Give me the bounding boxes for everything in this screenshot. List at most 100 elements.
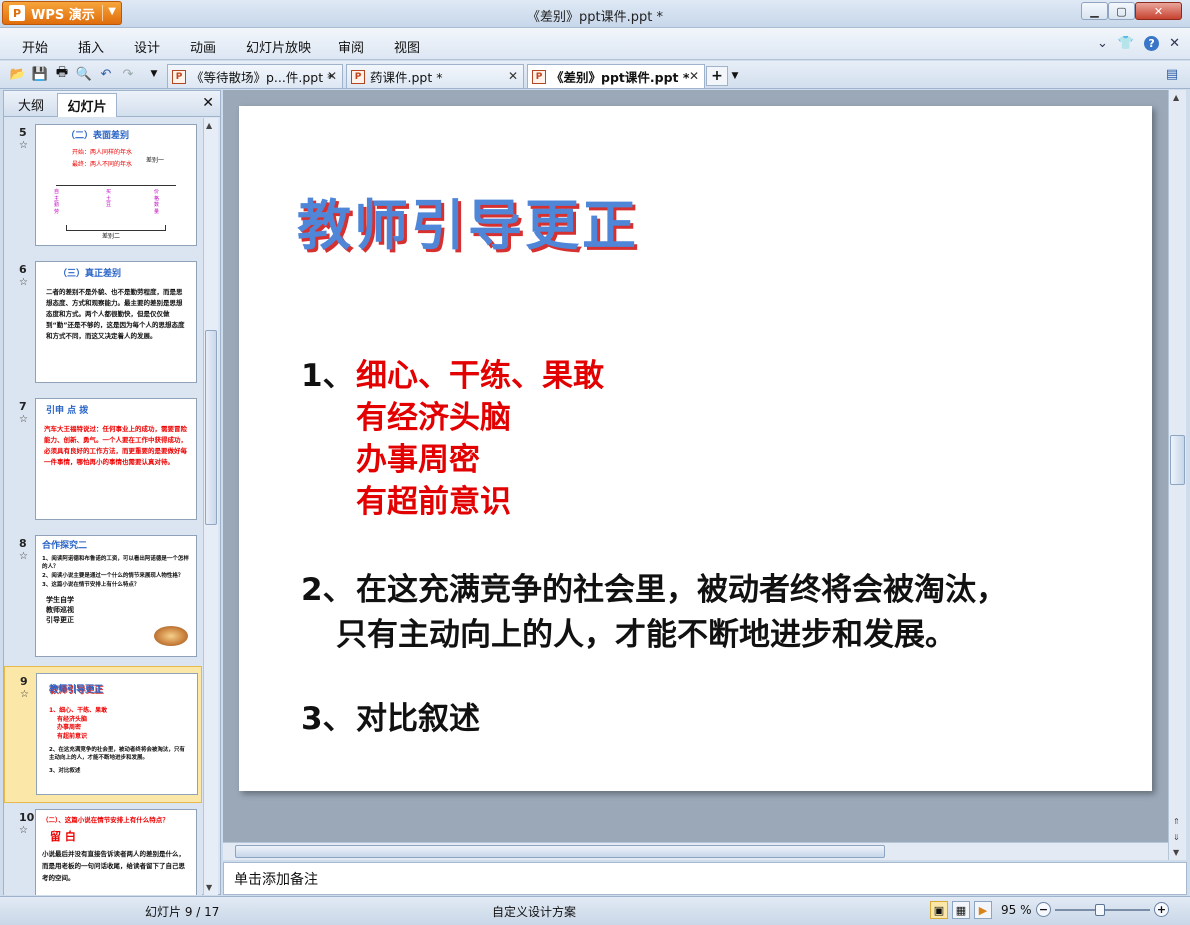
status-bar: 幻灯片 9 / 17 自定义设计方案 ▣ ▦ ▶ 95 % − +: [0, 896, 1190, 925]
zoom-slider-handle[interactable]: [1095, 904, 1105, 916]
maximize-button[interactable]: ▢: [1108, 2, 1135, 20]
close-doc-icon[interactable]: ✕: [1169, 36, 1180, 51]
previous-slide-icon[interactable]: ⇑: [1173, 817, 1180, 826]
tab-close-icon[interactable]: ✕: [508, 69, 518, 83]
thumbnail-line: 1、细心、干练、果敢: [49, 707, 108, 715]
thumbnail-item-selected[interactable]: 9 ☆ 教师引导更正 1、细心、干练、果敢 有经济头脑 办事周密 有超前意识 2…: [4, 666, 202, 803]
item-1-line: 有经济头脑: [356, 400, 511, 436]
transition-star-icon: ☆: [19, 277, 28, 288]
thumbnail-line: 2、阅读小说主要是通过一个什么的情节来展现人物性格？: [42, 572, 184, 579]
item-3-line: 对比叙述: [356, 701, 480, 737]
item-1-line: 细心、干练、果敢: [356, 358, 604, 394]
menu-right-controls: ⌄ 👕 ? ✕: [1097, 36, 1180, 51]
thumbnail-item[interactable]: 7 ☆ 引申 点 拨 汽车大王福特说过：任何事业上的成功，需要冒险能力、创新、勇…: [4, 392, 202, 529]
item-2-line: 在这充满竞争的社会里，被动者终将会被淘汰，: [356, 572, 1007, 608]
next-slide-icon[interactable]: ⇓: [1173, 833, 1180, 842]
thumbnail-slide: （二）、这篇小说在情节安排上有什么特点？ 留 白 小说最后并没有直接告诉读者两人…: [35, 809, 197, 895]
current-slide[interactable]: 教师引导更正 1、 细心、干练、果敢 有经济头脑 办事周密 有超前意识 2、 在…: [239, 106, 1152, 791]
ppt-file-icon: P: [351, 69, 365, 84]
thumbnail-item[interactable]: 8 ☆ 合作探究二 1、阅读阿诺德和布鲁诺的工资，可以看出阿诺德是一个怎样的人？…: [4, 529, 202, 666]
thumbnail-item[interactable]: 10 ☆ （二）、这篇小说在情节安排上有什么特点？ 留 白 小说最后并没有直接告…: [4, 803, 202, 895]
help-icon[interactable]: ?: [1144, 36, 1160, 51]
scroll-up-icon[interactable]: ▲: [206, 121, 212, 130]
thumbnail-title: （二）表面差别: [66, 131, 130, 141]
thumbnail-line: 办事周密: [57, 724, 82, 732]
scrollbar-thumb[interactable]: [1170, 435, 1185, 485]
doc-tab-2[interactable]: P 药课件.ppt * ✕: [346, 64, 524, 88]
thumbnail-item[interactable]: 5 ☆ （二）表面差别 开始：两人同样的年水 最终：两人不同的年水 差别一 自主…: [4, 118, 202, 255]
tab-outline[interactable]: 大纲: [18, 95, 44, 114]
slide-horizontal-scrollbar[interactable]: [223, 842, 1168, 860]
slide-vertical-scrollbar[interactable]: ▲ ⇑ ⇓ ▼: [1168, 90, 1186, 860]
close-button[interactable]: ✕: [1135, 2, 1182, 20]
tab-list-dropdown[interactable]: ▼: [729, 66, 741, 86]
thumbnail-list: 5 ☆ （二）表面差别 开始：两人同样的年水 最终：两人不同的年水 差别一 自主…: [4, 118, 202, 895]
panel-close-icon[interactable]: ✕: [202, 95, 214, 111]
menu-view[interactable]: 视图: [394, 37, 420, 56]
thumbnail-item[interactable]: 6 ☆ （三）真正差别 二者的差别不是外貌、也不是勤劳程度，而是思想态度、方式和…: [4, 255, 202, 392]
thumbnail-number: 9: [20, 675, 28, 688]
quick-toolbar: 📂 💾 🖶 🔍 ↶ ↷ ▼ P 《等待散场》p...件.ppt * ✕ P 药课…: [0, 61, 1190, 89]
thumbnail-line: 学生自学: [46, 595, 74, 604]
tab-close-icon[interactable]: ✕: [689, 69, 699, 83]
menu-bar: 开始 插入 设计 动画 幻灯片放映 审阅 视图 ⌄ 👕 ? ✕: [0, 28, 1190, 60]
menu-review[interactable]: 审阅: [338, 37, 364, 56]
thumbnail-line: 二者的差别不是外貌、也不是勤劳程度，而是思想态度、方式和观察能力。最主要的差别是…: [46, 288, 185, 341]
notes-pane[interactable]: 单击添加备注: [223, 862, 1187, 895]
thumbnail-scrollbar[interactable]: ▲ ▼: [203, 118, 218, 895]
item-3-prefix: 3、: [301, 701, 354, 737]
thumbnail-line: 留 白: [50, 830, 76, 844]
thumbnail-slide: 引申 点 拨 汽车大王福特说过：任何事业上的成功，需要冒险能力、创新、勇气。一个…: [35, 398, 197, 520]
redo-icon[interactable]: ↷: [120, 66, 136, 82]
thumbnail-slide: 教师引导更正 1、细心、干练、果敢 有经济头脑 办事周密 有超前意识 2、在这充…: [36, 673, 198, 795]
slideshow-play-icon[interactable]: ▶: [974, 901, 992, 919]
save-icon[interactable]: 💾: [32, 66, 48, 82]
new-tab-button[interactable]: +: [706, 66, 728, 86]
slides-panel: 大纲 幻灯片 ✕ 5 ☆ （二）表面差别 开始：两人同样的年水 最终：两人不同的…: [3, 90, 221, 895]
menu-home[interactable]: 开始: [22, 37, 48, 56]
print-preview-icon[interactable]: 🔍: [76, 66, 92, 82]
scroll-down-icon[interactable]: ▼: [1173, 848, 1179, 857]
doc-tab-3[interactable]: P 《差别》ppt课件.ppt * ✕: [527, 64, 705, 88]
layout-toggle-icon[interactable]: ▤: [1164, 66, 1180, 82]
thumbnail-slide: 合作探究二 1、阅读阿诺德和布鲁诺的工资，可以看出阿诺德是一个怎样的人？ 2、阅…: [35, 535, 197, 657]
doc-tab-label: 药课件.ppt *: [370, 70, 443, 85]
zoom-out-button[interactable]: −: [1036, 902, 1051, 917]
slide-sorter-icon[interactable]: ▦: [952, 901, 970, 919]
menu-slideshow[interactable]: 幻灯片放映: [246, 37, 311, 56]
tab-close-icon[interactable]: ✕: [327, 69, 337, 83]
slide-title[interactable]: 教师引导更正: [297, 181, 639, 260]
scrollbar-thumb[interactable]: [235, 845, 885, 858]
print-icon[interactable]: 🖶: [54, 65, 70, 82]
thumbnail-title: （三）真正差别: [58, 269, 122, 279]
slide-counter: 幻灯片 9 / 17: [145, 905, 220, 919]
zoom-in-button[interactable]: +: [1154, 902, 1169, 917]
thumbnail-line: 引导更正: [46, 615, 74, 624]
scroll-up-icon[interactable]: ▲: [1173, 93, 1179, 102]
flower-image: [154, 626, 188, 646]
undo-icon[interactable]: ↶: [98, 66, 114, 82]
collapse-ribbon-icon[interactable]: ⌄: [1097, 36, 1108, 51]
window-title: 《差别》ppt课件.ppt *: [527, 10, 663, 25]
transition-star-icon: ☆: [19, 825, 28, 836]
menu-design[interactable]: 设计: [134, 37, 160, 56]
minimize-button[interactable]: ▁: [1081, 2, 1108, 20]
open-folder-icon[interactable]: 📂: [10, 66, 26, 82]
skin-shirt-icon[interactable]: 👕: [1118, 36, 1134, 51]
transition-star-icon: ☆: [19, 551, 28, 562]
thumbnail-number: 5: [19, 126, 27, 139]
customize-toolbar-icon[interactable]: ▼: [146, 66, 162, 82]
title-bar: P WPS 演示 ▼ 《差别》ppt课件.ppt * ▁ ▢ ✕: [0, 0, 1190, 28]
thumbnail-line: 有超前意识: [57, 733, 88, 741]
doc-tab-1[interactable]: P 《等待散场》p...件.ppt * ✕: [167, 64, 343, 88]
scroll-down-icon[interactable]: ▼: [206, 883, 212, 892]
thumbnail-line: 3、对比叙述: [49, 767, 81, 774]
tab-slides[interactable]: 幻灯片: [57, 93, 117, 117]
normal-view-icon[interactable]: ▣: [930, 901, 948, 919]
transition-star-icon: ☆: [19, 414, 28, 425]
item-1-line: 有超前意识: [356, 484, 511, 520]
scrollbar-thumb[interactable]: [205, 330, 217, 525]
menu-insert[interactable]: 插入: [78, 37, 104, 56]
menu-animation[interactable]: 动画: [190, 37, 216, 56]
ppt-file-icon: P: [532, 69, 546, 84]
